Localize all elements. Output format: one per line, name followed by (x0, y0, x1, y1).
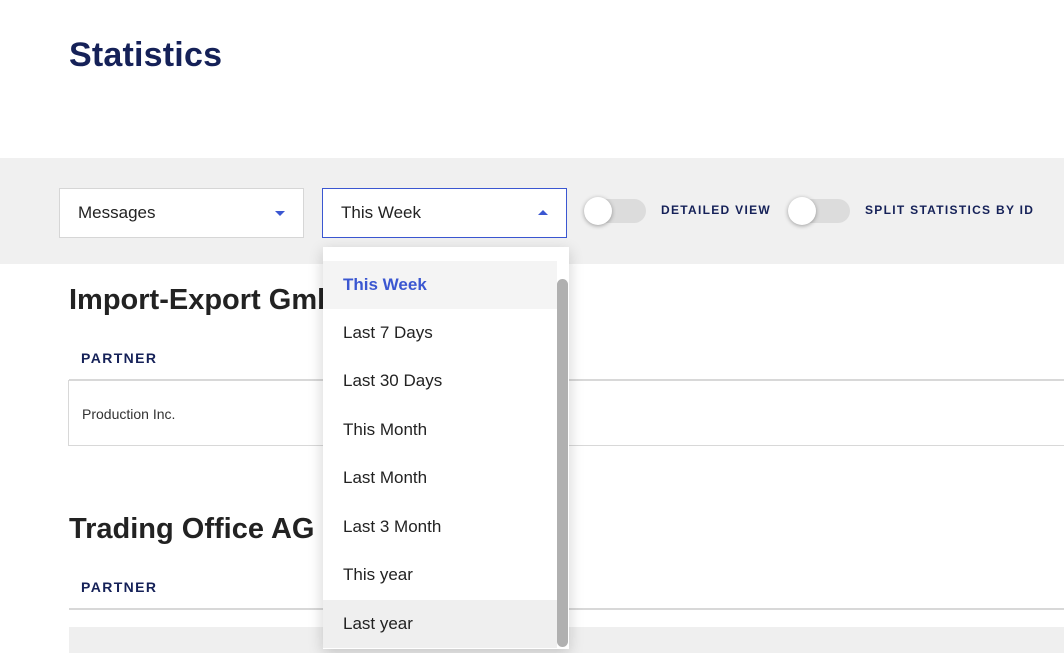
toggle-knob (788, 197, 816, 225)
column-header-partner[interactable]: PARTNER (81, 350, 157, 366)
dropdown-option-last-month[interactable]: Last Month (323, 454, 557, 502)
split-by-id-toggle[interactable] (788, 197, 850, 225)
chevron-up-icon (538, 210, 548, 215)
dropdown-option-last-7-days[interactable]: Last 7 Days (323, 309, 557, 357)
dropdown-option-this-month[interactable]: This Month (323, 406, 557, 454)
period-select-value: This Week (341, 203, 421, 222)
dropdown-option-last-3-month[interactable]: Last 3 Month (323, 503, 557, 551)
toggle-knob (584, 197, 612, 225)
detailed-view-toggle[interactable] (584, 197, 646, 225)
dropdown-scrollbar[interactable] (557, 279, 568, 647)
detailed-view-label: DETAILED VIEW (661, 203, 772, 217)
dropdown-option-this-year[interactable]: This year (323, 551, 557, 599)
partner-cell: Production Inc. (82, 406, 176, 422)
section-title: Import-Export GmbH (69, 284, 356, 316)
period-dropdown-menu: This Week Last 7 Days Last 30 Days This … (323, 247, 569, 649)
split-by-id-label: SPLIT STATISTICS BY ID (865, 203, 1035, 217)
page-title: Statistics (69, 36, 223, 74)
dropdown-option-last-year[interactable]: Last year (323, 600, 557, 648)
metric-select[interactable]: Messages (59, 188, 304, 238)
period-select[interactable]: This Week (322, 188, 567, 238)
metric-select-value: Messages (78, 203, 156, 222)
column-header-partner[interactable]: PARTNER (81, 579, 157, 595)
dropdown-option-this-week[interactable]: This Week (323, 261, 557, 309)
section-title: Trading Office AG (69, 513, 315, 545)
dropdown-option-last-30-days[interactable]: Last 30 Days (323, 357, 557, 405)
chevron-down-icon (275, 211, 285, 216)
